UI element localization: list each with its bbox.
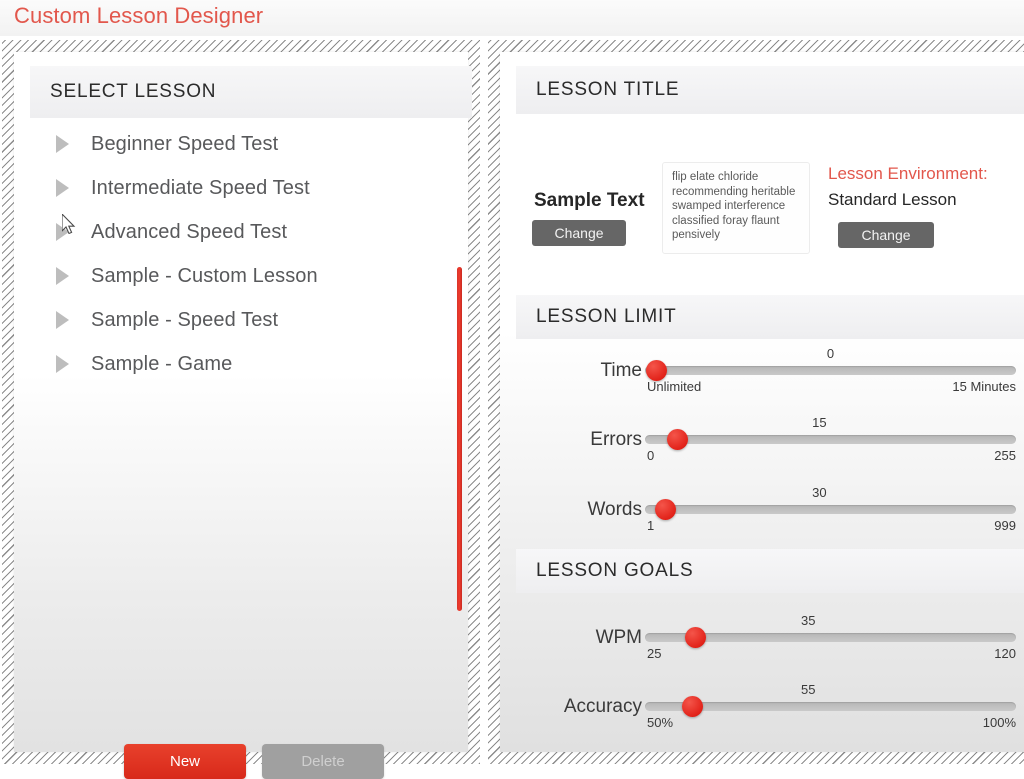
lesson-label: Sample - Speed Test (91, 308, 279, 331)
app-header: Custom Lesson Designer (0, 0, 1024, 36)
slider-min-label: Unlimited (647, 379, 702, 394)
triangle-right-icon (56, 311, 69, 329)
sample-text-label: Sample Text (534, 190, 645, 211)
lesson-title-header: LESSON TITLE (516, 66, 1024, 114)
lesson-list-scrollbar[interactable] (457, 267, 462, 611)
list-item[interactable]: Sample - Game (30, 342, 472, 386)
slider-track[interactable] (645, 366, 1016, 375)
lesson-label: Beginner Speed Test (91, 132, 279, 155)
slider-label: WPM (595, 627, 642, 648)
slider-min-label: 0 (647, 448, 655, 463)
slider-row-accuracy: Accuracy 55 50% 100% (516, 682, 1024, 748)
lesson-label: Intermediate Speed Test (91, 176, 310, 199)
triangle-right-icon (56, 179, 69, 197)
slider-max-label: 120 (994, 646, 1016, 661)
slider-value: 55 (801, 682, 816, 697)
lesson-goals-heading: LESSON GOALS (536, 560, 694, 581)
slider-max-label: 255 (994, 448, 1016, 463)
list-item[interactable]: Sample - Custom Lesson (30, 254, 472, 298)
select-lesson-title: SELECT LESSON (50, 81, 217, 102)
lesson-list[interactable]: Beginner Speed Test Intermediate Speed T… (30, 122, 472, 612)
slider-value: 15 (812, 415, 827, 430)
slider-thumb[interactable] (685, 627, 707, 648)
lesson-label: Sample - Custom Lesson (91, 264, 318, 287)
new-button[interactable]: New (124, 744, 246, 779)
lesson-label: Advanced Speed Test (91, 220, 288, 243)
slider-row-time: Time 0 Unlimited 15 Minutes (516, 346, 1024, 412)
triangle-right-icon (56, 135, 69, 153)
sample-text-change-button[interactable]: Change (532, 220, 626, 246)
slider-value: 30 (812, 485, 827, 500)
slider-thumb[interactable] (682, 696, 704, 717)
slider-max-label: 999 (994, 518, 1016, 533)
slider-min-label: 25 (647, 646, 662, 661)
slider-thumb[interactable] (646, 360, 668, 381)
wpm-slider[interactable]: 35 25 120 (645, 613, 1016, 679)
errors-slider[interactable]: 15 0 255 (645, 415, 1016, 481)
slider-thumb[interactable] (655, 499, 677, 520)
lesson-environment-change-button[interactable]: Change (838, 222, 934, 248)
slider-label: Errors (590, 429, 642, 450)
select-lesson-header: SELECT LESSON (30, 66, 472, 118)
slider-row-errors: Errors 15 0 255 (516, 415, 1024, 481)
lesson-title-heading: LESSON TITLE (536, 79, 680, 100)
right-panel-frame: LESSON TITLE Sample Text Change flip ela… (488, 40, 1024, 764)
left-panel: SELECT LESSON Beginner Speed Test Interm… (14, 52, 472, 779)
left-panel-frame: SELECT LESSON Beginner Speed Test Interm… (2, 40, 480, 779)
slider-track[interactable] (645, 505, 1016, 514)
time-slider[interactable]: 0 Unlimited 15 Minutes (645, 346, 1016, 412)
slider-max-label: 15 Minutes (952, 379, 1016, 394)
triangle-right-icon (56, 267, 69, 285)
slider-min-label: 1 (647, 518, 655, 533)
lesson-goals-header: LESSON GOALS (516, 549, 1024, 593)
right-panel: LESSON TITLE Sample Text Change flip ela… (500, 52, 1024, 752)
delete-button[interactable]: Delete (262, 744, 384, 779)
slider-value: 0 (826, 346, 835, 361)
slider-label: Accuracy (563, 696, 642, 717)
words-slider[interactable]: 30 1 999 (645, 485, 1016, 551)
slider-track[interactable] (645, 435, 1016, 444)
sample-text-preview: flip elate chloride recommending heritab… (662, 162, 810, 254)
lesson-title-content: Sample Text Change flip elate chloride r… (516, 162, 1024, 272)
page-title: Custom Lesson Designer (14, 3, 264, 28)
slider-label: Words (587, 499, 642, 520)
slider-value: 35 (801, 613, 816, 628)
accuracy-slider[interactable]: 55 50% 100% (645, 682, 1016, 748)
lesson-limit-heading: LESSON LIMIT (536, 306, 677, 327)
triangle-right-icon (56, 223, 69, 241)
slider-label: Time (600, 360, 642, 381)
list-item[interactable]: Beginner Speed Test (30, 122, 472, 166)
list-item[interactable]: Intermediate Speed Test (30, 166, 472, 210)
lesson-limit-header: LESSON LIMIT (516, 295, 1024, 339)
slider-row-words: Words 30 1 999 (516, 485, 1024, 551)
slider-max-label: 100% (982, 715, 1016, 730)
left-panel-actions: New Delete (14, 744, 494, 779)
lesson-label: Sample - Game (91, 352, 233, 375)
slider-min-label: 50% (647, 715, 674, 730)
list-item[interactable]: Sample - Speed Test (30, 298, 472, 342)
list-item[interactable]: Advanced Speed Test (30, 210, 472, 254)
triangle-right-icon (56, 355, 69, 373)
slider-row-wpm: WPM 35 25 120 (516, 613, 1024, 679)
lesson-environment-value: Standard Lesson (828, 190, 957, 209)
slider-thumb[interactable] (666, 429, 688, 450)
lesson-environment-label: Lesson Environment: (828, 164, 988, 183)
